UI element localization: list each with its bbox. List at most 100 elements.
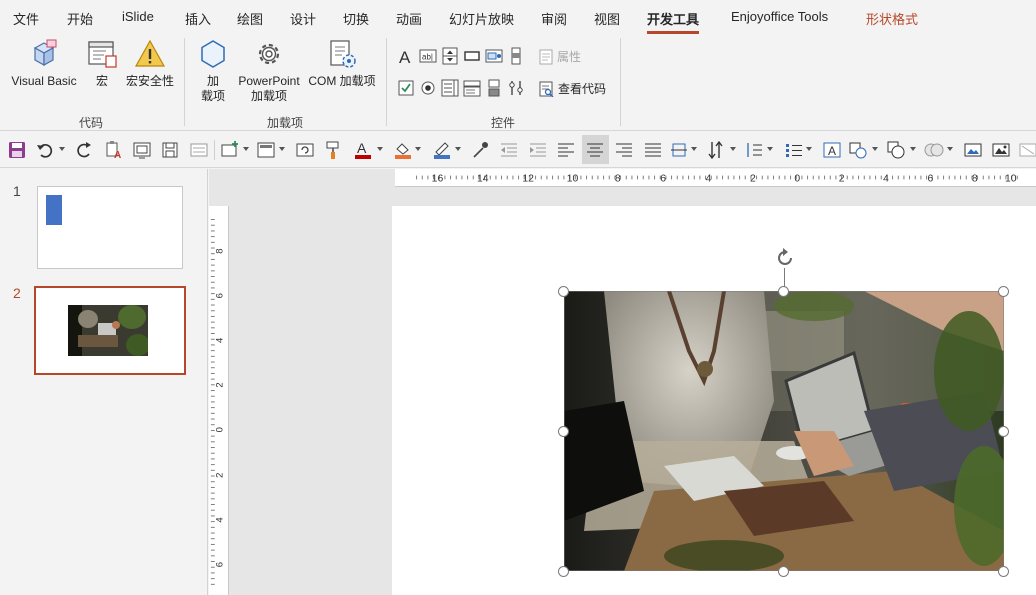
slide-thumbnail-2[interactable] [34, 286, 186, 375]
chevron-down-icon[interactable] [947, 147, 953, 151]
eyedropper-icon[interactable] [470, 140, 490, 160]
resize-handle[interactable] [558, 286, 569, 297]
text-direction-icon[interactable] [706, 140, 726, 160]
combobox-control-icon[interactable] [463, 79, 481, 97]
tab-view[interactable]: 视图 [594, 9, 620, 28]
tab-islide[interactable]: iSlide [122, 9, 154, 24]
save-icon[interactable] [7, 140, 27, 160]
tab-transitions[interactable]: 切换 [343, 9, 369, 28]
meeting-photo[interactable] [564, 291, 1004, 571]
new-slide-icon[interactable] [220, 140, 240, 160]
fill-color-bar [395, 155, 411, 159]
resize-handle[interactable] [998, 566, 1009, 577]
ruler-label: 4 [883, 173, 889, 184]
scrollbar-control-icon[interactable] [507, 47, 525, 65]
spin-button-icon[interactable] [441, 47, 459, 65]
shape-fill-icon[interactable] [393, 140, 413, 160]
merge-shapes-icon[interactable] [924, 140, 944, 160]
format-painter-icon[interactable] [324, 140, 344, 160]
tab-home[interactable]: 开始 [67, 9, 93, 28]
tab-shape-format[interactable]: 形状格式 [866, 9, 918, 28]
chevron-down-icon[interactable] [767, 147, 773, 151]
tab-insert[interactable]: 插入 [185, 9, 211, 28]
powerpoint-addins-button[interactable]: PowerPoint 加载项 [236, 38, 302, 104]
align-right-icon[interactable] [614, 140, 634, 160]
resize-handle[interactable] [998, 426, 1009, 437]
chevron-down-icon[interactable] [730, 147, 736, 151]
more-commands-icon[interactable] [1018, 140, 1036, 160]
undo-icon[interactable] [35, 140, 55, 160]
checkbox-control-icon[interactable] [397, 79, 415, 97]
resize-handle[interactable] [558, 566, 569, 577]
chevron-down-icon[interactable] [377, 147, 383, 151]
align-text-icon[interactable] [669, 140, 689, 160]
chevron-down-icon[interactable] [910, 147, 916, 151]
horizontal-ruler[interactable]: 16 14 12 10 8 6 4 2 0 2 4 6 8 10 [395, 169, 1036, 187]
textbox-control-icon[interactable]: ab| [419, 47, 437, 65]
picture-icon[interactable] [991, 140, 1011, 160]
tab-file[interactable]: 文件 [13, 9, 39, 28]
decrease-indent-icon[interactable] [499, 140, 519, 160]
chevron-down-icon[interactable] [872, 147, 878, 151]
properties-button[interactable]: 属性 [539, 48, 581, 65]
ruler-label: 8 [214, 248, 225, 253]
save-as-icon[interactable] [160, 140, 180, 160]
slide-layout-icon[interactable] [132, 140, 152, 160]
font-color-icon[interactable]: A [353, 140, 373, 160]
reset-slide-icon[interactable] [295, 140, 315, 160]
align-left-icon[interactable] [556, 140, 576, 160]
view-code-button[interactable]: 查看代码 [539, 80, 606, 97]
tab-developer[interactable]: 开发工具 [647, 9, 700, 34]
chevron-down-icon[interactable] [243, 147, 249, 151]
tab-slideshow[interactable]: 幻灯片放映 [449, 9, 514, 28]
visual-basic-icon [33, 39, 57, 67]
label-control-icon[interactable]: A [397, 47, 415, 65]
chevron-down-icon[interactable] [279, 147, 285, 151]
addins-button[interactable]: 加 载项 [192, 38, 234, 104]
bullets-icon[interactable] [784, 140, 804, 160]
vertical-ruler[interactable]: 8 6 4 2 0 2 4 6 [209, 206, 229, 595]
image-control-icon[interactable] [485, 47, 503, 65]
rotate-handle-icon[interactable] [773, 246, 797, 270]
tab-animations[interactable]: 动画 [396, 9, 422, 28]
chevron-down-icon[interactable] [691, 147, 697, 151]
chevron-down-icon[interactable] [455, 147, 461, 151]
command-button-icon[interactable] [463, 47, 481, 65]
visual-basic-button[interactable]: Visual Basic [8, 38, 80, 89]
more-controls-icon[interactable] [507, 79, 525, 97]
chevron-down-icon[interactable] [415, 147, 421, 151]
tab-enjoyoffice-tools[interactable]: Enjoyoffice Tools [731, 9, 828, 24]
macros-button[interactable]: 宏 [84, 38, 120, 89]
listbox-control-icon[interactable] [441, 79, 459, 97]
slide-thumbnail-1[interactable] [37, 186, 183, 269]
option-button-icon[interactable] [419, 79, 437, 97]
redo-icon[interactable] [74, 140, 94, 160]
chevron-down-icon[interactable] [59, 147, 65, 151]
resize-handle[interactable] [778, 566, 789, 577]
chevron-down-icon[interactable] [806, 147, 812, 151]
text-box-icon[interactable]: A [822, 140, 842, 160]
resize-handle[interactable] [998, 286, 1009, 297]
align-center-icon[interactable] [585, 140, 605, 160]
slide-canvas[interactable] [392, 206, 1036, 595]
placeholder-icon[interactable] [189, 140, 209, 160]
tab-design[interactable]: 设计 [290, 9, 316, 28]
shapes-icon[interactable] [848, 140, 868, 160]
ruler-label: 8 [972, 173, 978, 184]
com-addins-button[interactable]: COM 加载项 [304, 38, 380, 89]
paste-special-icon[interactable]: A [104, 140, 124, 160]
tab-review[interactable]: 审阅 [541, 9, 567, 28]
shape-outline-icon[interactable] [432, 140, 452, 160]
screenshot-icon[interactable] [963, 140, 983, 160]
arrange-icon[interactable] [886, 140, 906, 160]
resize-handle[interactable] [558, 426, 569, 437]
toggle-button-icon[interactable] [485, 79, 503, 97]
increase-indent-icon[interactable] [528, 140, 548, 160]
layout-icon[interactable] [256, 140, 276, 160]
resize-handle[interactable] [778, 286, 789, 297]
line-spacing-icon[interactable] [744, 140, 764, 160]
group-separator [620, 38, 621, 126]
justify-icon[interactable] [643, 140, 663, 160]
tab-draw[interactable]: 绘图 [237, 9, 263, 28]
macro-security-button[interactable]: 宏安全性 [122, 38, 178, 89]
